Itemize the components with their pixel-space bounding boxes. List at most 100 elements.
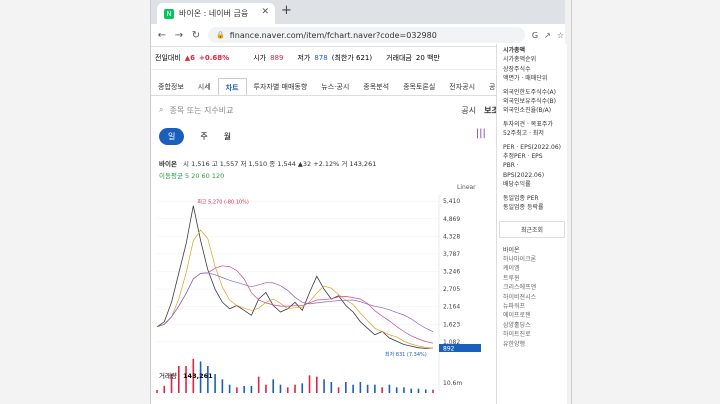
search-icon[interactable]: ⌕ <box>159 105 163 115</box>
sidebar-item: 상장주식수 <box>503 65 531 73</box>
volume-bar <box>388 384 391 393</box>
volume-bar <box>228 384 231 393</box>
change-label: 전일대비 <box>155 54 181 62</box>
per-item: 추정PER · EPS <box>503 153 543 161</box>
volume-bar <box>330 382 333 393</box>
y-tick-label: 2,164 <box>443 304 460 311</box>
volume-value: 143,261 <box>183 372 213 380</box>
volume-bar <box>395 387 398 393</box>
recent-item[interactable]: 크리스에프앤 <box>503 283 561 292</box>
per-item: PBR · BPS(2022.06) <box>503 162 545 179</box>
stock-stats: 시 1,516 고 1,557 저 1,510 종 1,544 ▲32 +2.1… <box>183 160 377 168</box>
tab-analysis[interactable]: 종목분석 <box>356 78 396 95</box>
new-tab-icon[interactable]: + <box>281 3 292 18</box>
volume-bar <box>294 384 296 393</box>
volume-label: 거래량 <box>159 372 177 380</box>
open-value: 889 <box>270 54 284 62</box>
recent-item[interactable]: 하이트진로 <box>503 330 561 339</box>
sidebar-item: 액면가 · 매매단위 <box>503 75 548 83</box>
low-value: 878 <box>314 54 328 62</box>
volume-bar <box>163 385 166 393</box>
share-icon[interactable]: ↗ <box>544 31 551 40</box>
recent-item[interactable]: 유한양행 <box>503 340 561 349</box>
trade-amount-label: 거래대금 <box>386 54 412 62</box>
recent-item[interactable]: 하이비젼시스 <box>503 293 561 302</box>
trade-amount-value: 20 백만 <box>415 54 440 62</box>
recent-item[interactable]: 하나마이크론 <box>503 255 561 264</box>
moving-average-legend: 이동평균 5 20 60 120 <box>159 172 225 180</box>
browser-tab[interactable]: N 바이온 : 네이버 금융 ✕ <box>157 3 275 24</box>
volume-bar <box>410 388 413 393</box>
back-icon[interactable]: ← <box>156 30 168 41</box>
google-icon[interactable]: G <box>532 31 538 40</box>
volume-bar <box>345 382 347 393</box>
volume-info: 거래량 143,261 <box>159 370 213 380</box>
tab-discussion[interactable]: 종목토론실 <box>396 78 442 95</box>
naver-favicon-icon: N <box>164 8 174 19</box>
bookmark-icon[interactable]: ☆ <box>557 31 564 40</box>
y-tick-label: 4,869 <box>443 216 460 223</box>
foreign-item: 외국인한도주식수(A) <box>503 88 556 96</box>
url-text: finance.naver.com/item/fchart.naver?code… <box>229 30 437 40</box>
volume-bar <box>301 383 304 393</box>
price-change: ▲6 <box>184 54 196 62</box>
foreign-item: 외국인보유주식수(B) <box>503 98 556 106</box>
tab-summary[interactable]: 종합정보 <box>151 78 191 95</box>
limit-low-value: (최한가 621) <box>331 54 373 62</box>
period-week[interactable]: 주 <box>200 131 207 142</box>
per-item: 배당수익률 <box>503 181 531 189</box>
recent-item[interactable]: 트루윈 <box>503 274 561 283</box>
candle-icon[interactable]: ||| <box>476 128 486 139</box>
sidebar-panel: 시가총액 시가총액순위 상장주식수 액면가 · 매매단위 외국인한도주식수(A)… <box>496 44 567 404</box>
recent-item[interactable]: 에이프로젠 <box>503 311 561 320</box>
tab-chart[interactable]: 차트 <box>217 78 247 95</box>
max-label: 최고 5,270 (-80.10%) <box>197 199 249 206</box>
search-input[interactable]: 종목 또는 지수비교 <box>169 105 233 116</box>
forward-icon[interactable]: → <box>173 30 185 41</box>
volume-bar <box>424 389 427 393</box>
volume-bar <box>308 375 311 393</box>
period-day[interactable]: 일 <box>159 128 185 145</box>
url-field[interactable]: 🔒 finance.naver.com/item/fchart.naver?co… <box>208 27 525 43</box>
open-label: 시가 <box>253 54 267 62</box>
tab-news[interactable]: 뉴스·공시 <box>314 78 356 95</box>
per-item: PER · EPS(2022.06) <box>503 143 562 151</box>
close-tab-icon[interactable]: ✕ <box>261 7 269 17</box>
foreign-item: 외국인소진율(B/A) <box>503 107 552 115</box>
volume-bar <box>337 387 340 393</box>
reload-icon[interactable]: ↻ <box>190 30 202 41</box>
volume-bar <box>265 384 267 393</box>
recent-title: 최근조회 <box>499 220 565 238</box>
industry-item: 동일업종 등락률 <box>503 204 544 212</box>
volume-bar <box>315 376 318 393</box>
recent-item[interactable]: 케이엠 <box>503 264 561 273</box>
disclosure-button[interactable]: 공시 <box>461 105 476 116</box>
volume-bar <box>243 386 245 393</box>
y-tick-label: 4,328 <box>443 233 460 240</box>
scale-label: Linear <box>457 184 476 191</box>
recent-item[interactable]: 삼양홀딩스 <box>503 321 561 330</box>
volume-bar <box>214 374 216 393</box>
tab-disclosure[interactable]: 전자공시 <box>442 78 482 95</box>
tab-investor[interactable]: 투자자별 매매동향 <box>247 78 315 95</box>
period-month[interactable]: 월 <box>224 131 231 142</box>
volume-bar <box>236 387 238 393</box>
sidebar-title: 시가총액 <box>503 47 526 54</box>
tab-price[interactable]: 시세 <box>191 78 218 95</box>
volume-bar <box>257 376 260 393</box>
y-tick-label: 1,623 <box>443 321 460 328</box>
recent-item[interactable]: 바이온 <box>503 246 561 255</box>
volume-axis-label: 10.6m <box>443 380 462 387</box>
volume-bar <box>156 390 158 393</box>
invest-item: 투자의견 · 목표주가 <box>503 120 553 128</box>
stock-name: 바이온 <box>159 160 177 168</box>
price-change-pct: +0.68% <box>199 54 230 62</box>
y-tick-label: 5,410 <box>443 198 460 205</box>
price-chart[interactable]: Linear 5,410 4,869 4,328 3,787 3,246 2,705 2,1… <box>151 183 496 393</box>
volume-bar <box>366 384 369 393</box>
recent-item[interactable]: 뉴파워프 <box>503 302 561 311</box>
stock-info: 바이온 시 1,516 고 1,557 저 1,510 종 1,544 ▲32 … <box>159 158 376 168</box>
moving-average-line <box>156 265 434 344</box>
volume-bar <box>381 387 383 393</box>
invest-item: 52주최고 · 최저 <box>503 130 544 138</box>
